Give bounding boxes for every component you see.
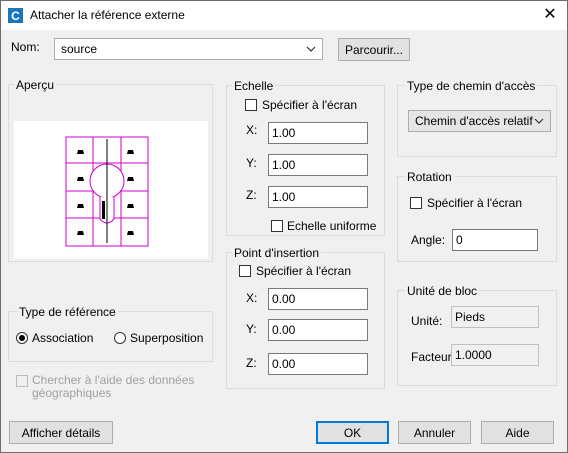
chevron-down-icon xyxy=(306,39,316,67)
scale-y-input[interactable]: 1.00 xyxy=(268,154,368,176)
attachment-label: Association xyxy=(32,331,94,345)
name-combo-value: source xyxy=(61,42,98,56)
ok-button[interactable]: OK xyxy=(316,421,389,444)
svg-text:C: C xyxy=(11,9,20,23)
factor-label: Facteur: xyxy=(411,350,456,364)
show-details-button[interactable]: Afficher détails xyxy=(9,421,113,444)
unit-value: Pieds xyxy=(451,306,539,328)
uniform-scale-checkbox[interactable] xyxy=(271,220,283,232)
block-unit-group xyxy=(397,290,557,386)
insertion-z-input[interactable]: 0.00 xyxy=(268,353,368,375)
insertion-specify-label: Spécifier à l'écran xyxy=(256,264,352,278)
insertion-y-label: Y: xyxy=(246,322,257,336)
scale-y-label: Y: xyxy=(246,156,257,170)
rotation-specify-checkbox[interactable] xyxy=(410,197,422,209)
chevron-down-icon xyxy=(534,111,544,139)
geographic-label-line1: Chercher à l'aide des données xyxy=(32,373,195,387)
preview-group-label: Aperçu xyxy=(14,78,57,92)
path-type-group-label: Type de chemin d'accès xyxy=(405,79,538,93)
factor-value: 1.0000 xyxy=(451,344,539,366)
insertion-z-label: Z: xyxy=(246,356,257,370)
path-type-value: Chemin d'accès relatif xyxy=(415,114,533,128)
insertion-x-label: X: xyxy=(246,291,258,305)
angle-label: Angle: xyxy=(411,233,446,247)
rotation-specify-label: Spécifier à l'écran xyxy=(427,196,523,210)
path-type-select[interactable]: Chemin d'accès relatif xyxy=(408,110,551,132)
angle-input[interactable]: 0 xyxy=(452,229,538,251)
scale-x-label: X: xyxy=(246,123,258,137)
autocad-c-icon: C xyxy=(8,8,23,23)
insertion-group-label: Point d'insertion xyxy=(232,246,322,260)
close-icon[interactable]: ✕ xyxy=(538,5,562,25)
name-combo[interactable]: source xyxy=(54,38,323,60)
scale-z-input[interactable]: 1.00 xyxy=(268,186,368,208)
insertion-y-input[interactable]: 0.00 xyxy=(268,319,368,341)
scale-group-label: Echelle xyxy=(232,79,276,93)
scale-specify-label: Spécifier à l'écran xyxy=(262,98,358,112)
browse-button[interactable]: Parcourir... xyxy=(338,38,410,61)
insertion-x-input[interactable]: 0.00 xyxy=(268,288,368,310)
rotation-group-label: Rotation xyxy=(405,170,454,184)
scale-z-label: Z: xyxy=(246,188,257,202)
block-unit-group-label: Unité de bloc xyxy=(405,284,480,298)
geographic-label-line2: géographiques xyxy=(32,386,112,400)
geographic-checkbox[interactable] xyxy=(16,375,28,387)
overlay-radio[interactable] xyxy=(114,332,126,344)
attachment-radio[interactable] xyxy=(16,332,28,344)
scale-specify-checkbox[interactable] xyxy=(245,99,257,111)
unit-label: Unité: xyxy=(411,314,443,328)
name-label: Nom: xyxy=(11,40,40,54)
scale-x-input[interactable]: 1.00 xyxy=(268,122,368,144)
uniform-scale-label: Echelle uniforme xyxy=(287,219,377,233)
reference-type-group-label: Type de référence xyxy=(17,305,118,319)
insertion-specify-checkbox[interactable] xyxy=(239,265,251,277)
help-button[interactable]: Aide xyxy=(481,421,554,444)
preview-canvas xyxy=(14,121,208,259)
cancel-button[interactable]: Annuler xyxy=(398,421,471,444)
window-title: Attacher la référence externe xyxy=(30,8,185,22)
overlay-label: Superposition xyxy=(130,331,204,345)
